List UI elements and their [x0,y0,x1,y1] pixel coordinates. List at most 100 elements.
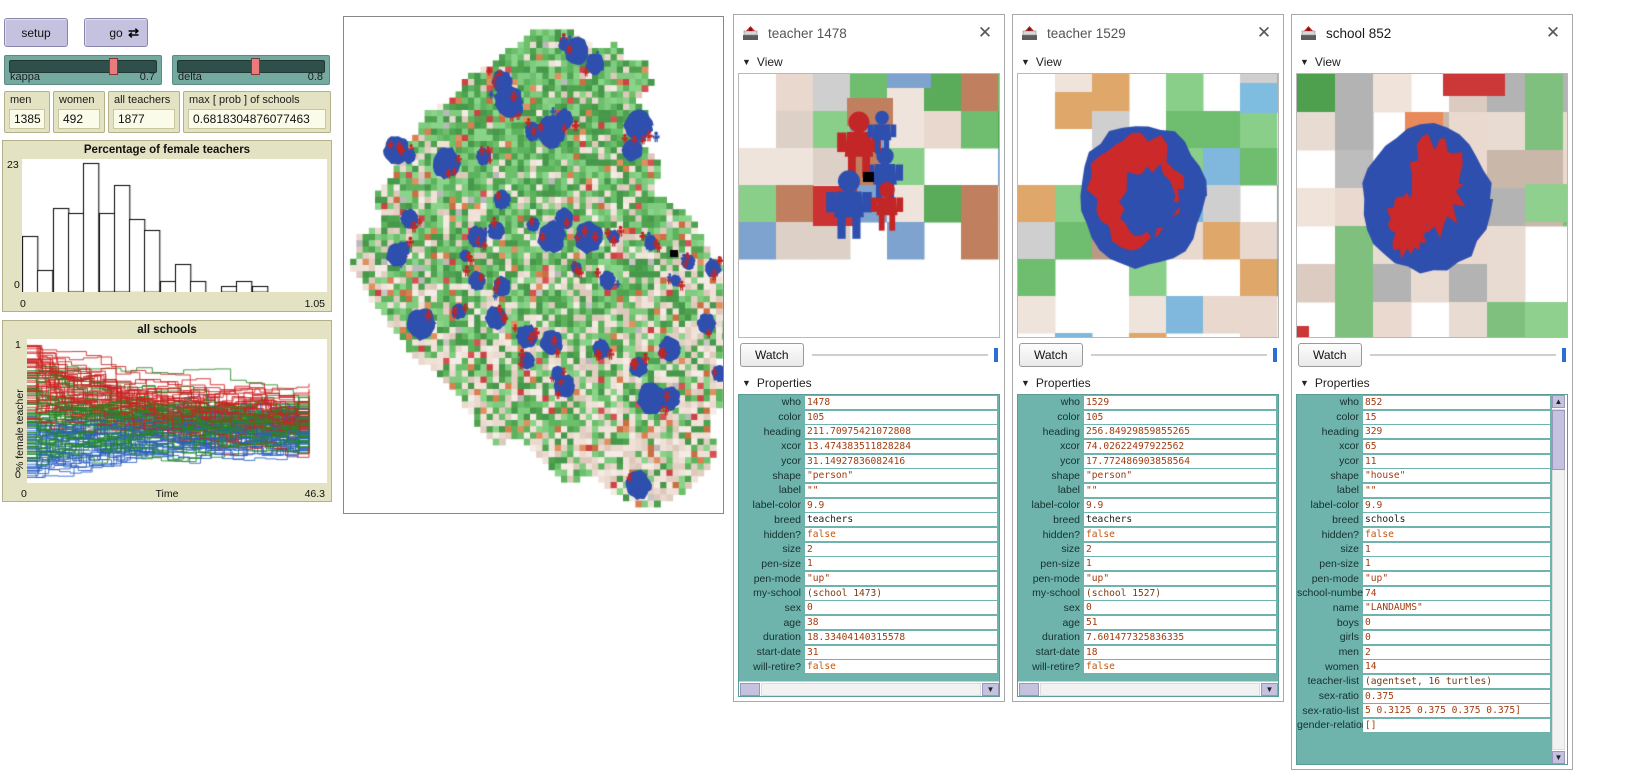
property-value[interactable]: 1529 [1084,396,1276,409]
property-value[interactable]: "LANDAUMS" [1363,601,1550,614]
property-value[interactable]: 1 [805,557,997,570]
inspector-1-watch-row[interactable]: Watch [734,338,1004,372]
chevron-down-icon[interactable]: ▼ [1552,751,1565,764]
property-value[interactable]: 74 [1363,587,1550,600]
property-value[interactable]: 51 [1084,616,1276,629]
property-value[interactable]: "" [1363,484,1550,497]
property-value[interactable]: (agentset, 16 turtles) [1363,675,1550,688]
inspector-3-properties[interactable]: who852color15heading329xcor65ycor11shape… [1296,394,1568,765]
watch-button[interactable]: Watch [1298,343,1362,367]
property-value[interactable]: 2 [1363,646,1550,659]
property-value[interactable]: 9.9 [805,499,997,512]
chevron-down-icon[interactable]: ▼ [1261,683,1278,696]
property-value[interactable]: false [1084,660,1276,673]
setup-button[interactable]: setup [4,18,68,47]
property-value[interactable]: 5 0.3125 0.375 0.375 0.375] [1363,704,1550,717]
property-value[interactable]: "up" [805,572,997,585]
watch-button[interactable]: Watch [1019,343,1083,367]
property-value[interactable]: 211.70975421072808 [805,425,997,438]
inspector-1-titlebar[interactable]: teacher 1478 ✕ [734,15,1004,51]
property-value[interactable]: "" [805,484,997,497]
property-value[interactable]: 9.9 [1363,499,1550,512]
property-value[interactable]: "person" [805,469,997,482]
property-value[interactable]: 74.02622497922562 [1084,440,1276,453]
property-value[interactable]: 105 [1084,411,1276,424]
inspector-2-hscrollbar[interactable]: ▼ [1018,681,1278,696]
property-value[interactable]: 0 [1363,616,1550,629]
property-value[interactable]: teachers [805,513,997,526]
property-value[interactable]: 17.772486903858564 [1084,455,1276,468]
inspector-3-zoom-thumb[interactable] [1562,348,1566,362]
property-value[interactable]: 18.33404140315578 [805,631,997,644]
world-canvas[interactable] [344,17,723,513]
slider-kappa[interactable]: kappa 0.7 [4,55,162,85]
property-value[interactable]: 13.474383511828284 [805,440,997,453]
inspector-3-view-section[interactable]: ▼ View [1292,51,1572,73]
close-icon[interactable]: ✕ [1253,22,1275,44]
property-value[interactable]: 65 [1363,440,1550,453]
inspector-2-view-canvas[interactable] [1018,74,1279,337]
inspector-3-view[interactable] [1296,73,1568,338]
inspector-2-zoom-slider[interactable] [1091,346,1277,364]
inspector-teacher-1478[interactable]: teacher 1478 ✕ ▼ View Watch ▼ Properties… [733,14,1005,702]
inspector-2-hscroll-thumb[interactable] [1019,683,1039,696]
inspector-3-titlebar[interactable]: school 852 ✕ [1292,15,1572,51]
property-value[interactable]: "up" [1363,572,1550,585]
chevron-up-icon[interactable]: ▲ [1552,395,1565,408]
inspector-1-properties-section[interactable]: ▼ Properties [734,372,1004,394]
property-value[interactable]: false [805,528,997,541]
property-value[interactable]: 1 [1363,543,1550,556]
property-value[interactable]: false [1363,528,1550,541]
property-value[interactable]: 1 [1363,557,1550,570]
inspector-3-zoom-slider[interactable] [1370,346,1566,364]
property-value[interactable]: teachers [1084,513,1276,526]
property-value[interactable]: 15 [1363,411,1550,424]
property-value[interactable]: 11 [1363,455,1550,468]
slider-delta-thumb[interactable] [251,58,260,75]
property-value[interactable]: schools [1363,513,1550,526]
inspector-3-view-canvas[interactable] [1297,74,1568,337]
inspector-2-zoom-thumb[interactable] [1273,348,1277,362]
property-value[interactable]: 18 [1084,646,1276,659]
inspector-3-zoom-track[interactable] [1370,354,1556,356]
go-button[interactable]: go ⇄ [84,18,148,47]
property-value[interactable]: 38 [805,616,997,629]
property-value[interactable]: 2 [1084,543,1276,556]
property-value[interactable]: (school 1473) [805,587,997,600]
inspector-3-vscrollbar[interactable]: ▲ ▼ [1552,395,1567,764]
inspector-2-zoom-track[interactable] [1091,354,1267,356]
inspector-2-properties[interactable]: who1529color105heading256.84929859855265… [1017,394,1279,697]
watch-button[interactable]: Watch [740,343,804,367]
inspector-teacher-1529[interactable]: teacher 1529 ✕ ▼ View Watch ▼ Properties… [1012,14,1284,702]
property-value[interactable]: 256.84929859855265 [1084,425,1276,438]
property-value[interactable]: false [1084,528,1276,541]
inspector-school-852[interactable]: school 852 ✕ ▼ View Watch ▼ Properties w… [1291,14,1573,770]
property-value[interactable]: 9.9 [1084,499,1276,512]
inspector-1-zoom-thumb[interactable] [994,348,998,362]
slider-delta[interactable]: delta 0.8 [172,55,330,85]
property-value[interactable]: 1478 [805,396,997,409]
property-value[interactable]: 31.14927836082416 [805,455,997,468]
property-value[interactable]: "up" [1084,572,1276,585]
inspector-1-zoom-slider[interactable] [812,346,998,364]
property-value[interactable]: (school 1527) [1084,587,1276,600]
inspector-2-titlebar[interactable]: teacher 1529 ✕ [1013,15,1283,51]
inspector-1-properties[interactable]: who1478color105heading211.70975421072808… [738,394,1000,697]
inspector-1-hscroll-track[interactable] [761,683,981,696]
property-value[interactable]: [] [1363,719,1550,732]
close-icon[interactable]: ✕ [1542,22,1564,44]
inspector-1-view[interactable] [738,73,1000,338]
close-icon[interactable]: ✕ [974,22,996,44]
property-value[interactable]: 105 [805,411,997,424]
inspector-2-watch-row[interactable]: Watch [1013,338,1283,372]
inspector-2-view[interactable] [1017,73,1279,338]
property-value[interactable]: 31 [805,646,997,659]
inspector-3-vscroll-thumb[interactable] [1552,410,1565,470]
property-value[interactable]: 0 [1363,631,1550,644]
inspector-1-view-section[interactable]: ▼ View [734,51,1004,73]
property-value[interactable]: 14 [1363,660,1550,673]
inspector-1-view-canvas[interactable] [739,74,1000,337]
property-value[interactable]: 1 [1084,557,1276,570]
property-value[interactable]: 0 [805,601,997,614]
slider-kappa-thumb[interactable] [109,58,118,75]
